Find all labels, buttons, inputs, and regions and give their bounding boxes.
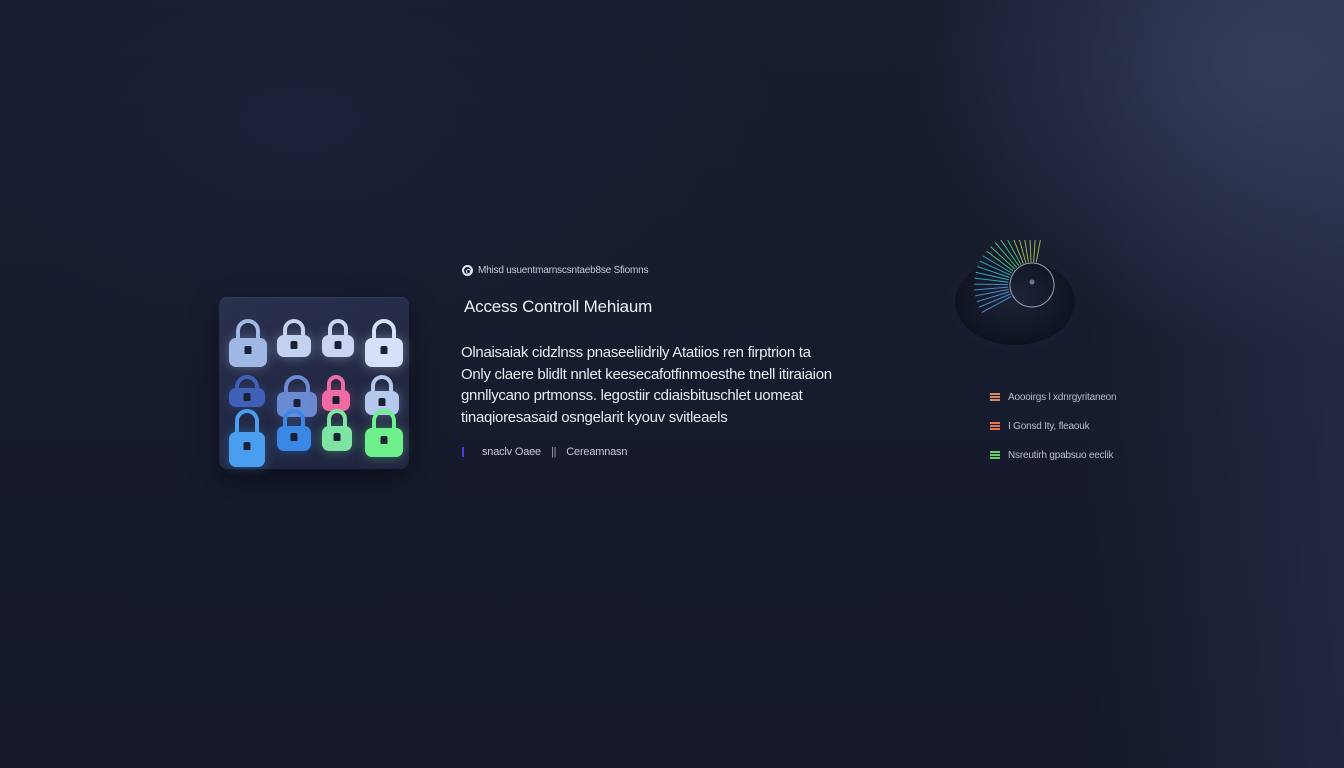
lock-icon[interactable] <box>365 409 403 457</box>
legend-item[interactable]: I Gonsd Ity, fleaouk <box>990 419 1116 433</box>
legend-item[interactable]: Aoooirgs l xdnrgyritaneon <box>990 390 1117 404</box>
meta-left-link[interactable]: snaclv Oaee <box>482 446 541 458</box>
legend: Aoooirgs l xdnrgyritaneon I Gonsd Ity, f… <box>990 390 1117 477</box>
lock-icon[interactable] <box>277 409 311 451</box>
page-title: Access Controll Mehiaum <box>464 297 653 316</box>
accent-bar <box>462 447 464 457</box>
description-line: Only claere blidlt nnlet keesecafotfinmo… <box>461 365 832 383</box>
lock-icon[interactable] <box>322 409 352 451</box>
legend-label: I Gonsd Ity, fleaouk <box>1008 420 1090 432</box>
meta-line: snaclv Oaee || Cereamnasn <box>462 446 627 458</box>
meta-right-link[interactable]: Cereamnasn <box>566 446 627 458</box>
meta-separator: || <box>550 446 557 458</box>
description-line: Olnaisaiak cidzlnss pnaseeliidrily Atati… <box>461 344 811 361</box>
lock-icon[interactable] <box>322 319 354 357</box>
gauge-dial-graphic <box>945 229 1085 356</box>
lock-icon[interactable] <box>322 375 350 411</box>
list-icon <box>990 422 1000 430</box>
app-window: Mhisd usuentmarnscsntaeb8se Sfiomns Acce… <box>0 0 1344 768</box>
dial-ray <box>974 283 1009 286</box>
info-circle-icon <box>462 265 473 276</box>
lock-icon[interactable] <box>277 319 311 357</box>
legend-label: Nsreutirh gpabsuo eeclik <box>1008 449 1114 461</box>
lock-icon[interactable] <box>365 319 403 367</box>
lock-grid-panel <box>219 297 409 469</box>
info-line: Mhisd usuentmarnscsntaeb8se Sfiomns <box>462 265 649 276</box>
list-icon <box>990 393 1000 401</box>
gauge-dial-icon <box>940 229 1090 360</box>
lock-icon[interactable] <box>229 319 267 367</box>
legend-label: Aoooirgs l xdnrgyritaneon <box>1008 391 1117 403</box>
description-line: tinaqioresasaid osngelarit kyouv svitlea… <box>461 408 728 426</box>
lock-icon[interactable] <box>229 375 265 407</box>
description: Olnaisaiak cidzlnss pnaseeliidrily Atati… <box>461 342 921 428</box>
legend-item[interactable]: Nsreutirh gpabsuo eeclik <box>990 448 1116 462</box>
list-icon <box>990 451 1000 459</box>
info-text: Mhisd usuentmarnscsntaeb8se Sfiomns <box>478 265 649 276</box>
lock-icon[interactable] <box>229 409 265 467</box>
description-line: gnnllycano prtmonss. legostiir cdiaisbit… <box>461 387 803 404</box>
